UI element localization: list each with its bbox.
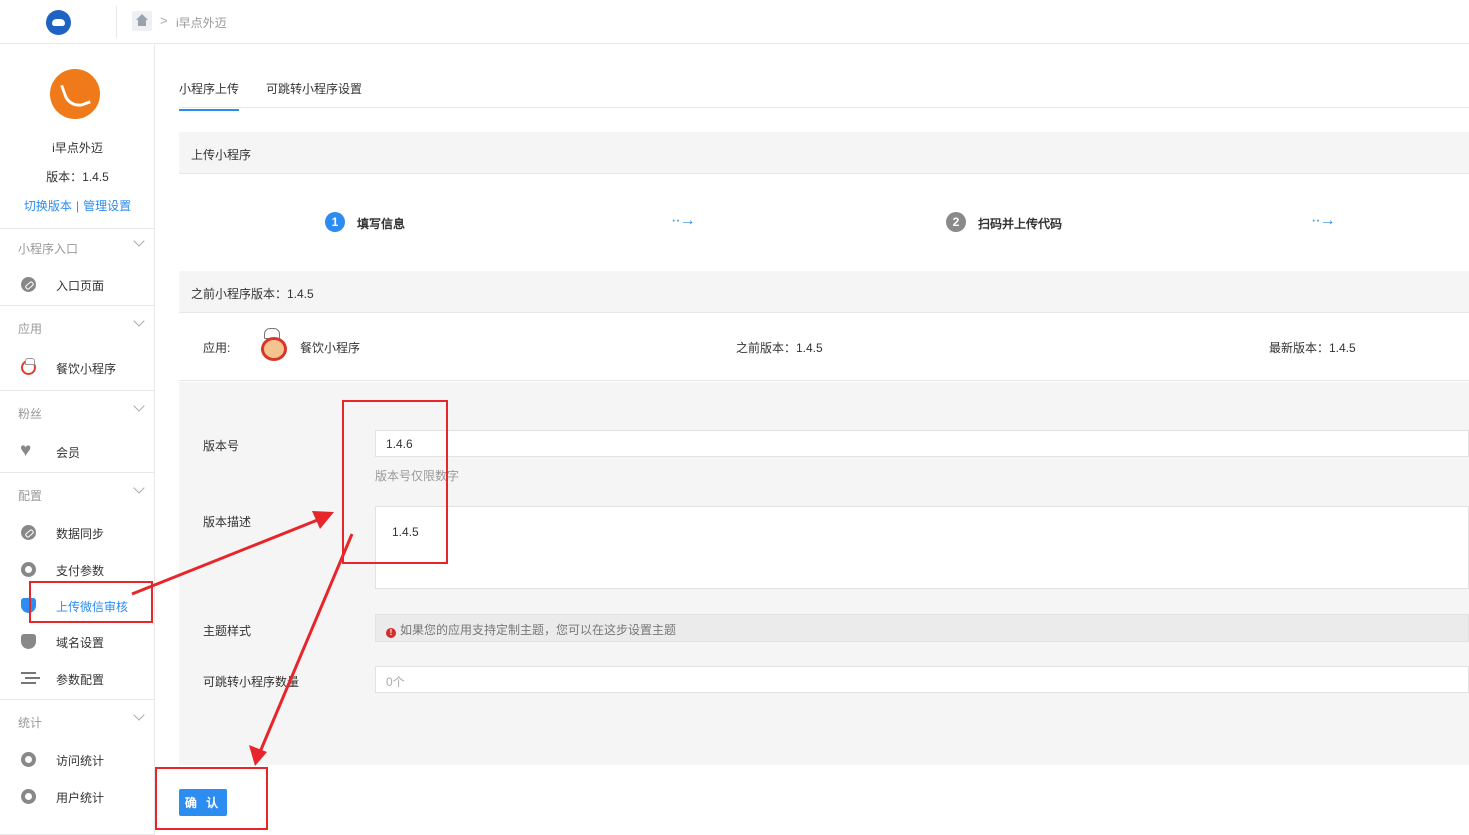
sidebar-item-payment-params[interactable]: 支付参数 (0, 554, 155, 584)
chevron-down-icon[interactable] (133, 400, 145, 412)
heart-icon (20, 440, 36, 462)
sidebar: i早点外迈 版本：1.4.5 切换版本 | 管理设置 小程序入口 入口页面 应用 餐… (0, 45, 155, 835)
app-name: i早点外迈 (52, 141, 103, 155)
sidebar-item-data-sync[interactable]: 数据同步 (0, 517, 155, 547)
app-links: 切换版本 | 管理设置 (0, 197, 155, 214)
step-label: 填写信息 (357, 217, 406, 231)
shield-icon (21, 634, 36, 649)
breadcrumb-current[interactable]: i早点外迈 (176, 14, 227, 31)
sidebar-item-label: 数据同步 (56, 527, 105, 541)
arrow-right-icon: ··→ (1311, 212, 1336, 229)
sidebar-item-label: 参数配置 (56, 673, 105, 687)
description-label: 版本描述 (203, 515, 252, 529)
sidebar-item-entry-page[interactable]: 入口页面 (0, 269, 155, 299)
chevron-down-icon[interactable] (133, 315, 145, 327)
app-logo-icon (50, 69, 100, 119)
sidebar-group-entry: 小程序入口 入口页面 (0, 228, 155, 305)
sidebar-item-catering-app[interactable]: 餐饮小程序 (0, 352, 155, 382)
breadcrumb-separator-icon: > (160, 13, 168, 28)
version-label: 版本号 (203, 439, 240, 453)
theme-alert-text: 如果您的应用支持定制主题，您可以在这步设置主题 (400, 623, 677, 637)
annotation-box-form (342, 400, 448, 564)
previous-version-header: 之前小程序版本：1.4.5 (179, 271, 1469, 313)
sidebar-group-title[interactable]: 粉丝 (18, 405, 42, 422)
error-icon: ! (386, 628, 396, 638)
sidebar-item-members[interactable]: 会员 (0, 436, 155, 466)
link-icon (21, 525, 36, 540)
description-textarea[interactable]: 1.4.5 (375, 506, 1469, 589)
sidebar-item-label: 支付参数 (56, 564, 105, 578)
step-label: 扫码并上传代码 (978, 217, 1063, 231)
annotation-box-sidebar (29, 581, 153, 623)
list-icon (21, 671, 36, 686)
step-number: 1 (325, 212, 345, 232)
previous-version-title: 之前小程序版本：1.4.5 (191, 287, 314, 301)
jump-count-label: 可跳转小程序数量 (203, 675, 300, 689)
sidebar-item-label: 访问统计 (56, 754, 105, 768)
link-divider: | (75, 199, 80, 213)
cloud-logo-icon[interactable] (46, 10, 71, 35)
tab-upload[interactable]: 小程序上传 (179, 80, 240, 111)
jump-count-input[interactable]: 0个 (375, 666, 1469, 693)
chef-icon (21, 358, 36, 375)
sidebar-group-apps: 应用 餐饮小程序 (0, 305, 155, 390)
sidebar-group-title[interactable]: 配置 (18, 487, 42, 504)
sidebar-item-label: 餐饮小程序 (56, 362, 117, 376)
previous-version: 之前版本：1.4.5 (736, 341, 823, 355)
home-icon[interactable] (132, 11, 152, 31)
chart-icon (21, 789, 36, 804)
chevron-down-icon[interactable] (133, 709, 145, 721)
theme-label: 主题样式 (203, 624, 252, 638)
sidebar-group-title[interactable]: 统计 (18, 714, 42, 731)
tab-bar: 小程序上传 可跳转小程序设置 (179, 73, 1469, 111)
chart-icon (21, 752, 36, 767)
annotation-box-confirm (155, 767, 268, 830)
app-name: 餐饮小程序 (300, 341, 361, 355)
latest-version: 最新版本：1.4.5 (1269, 341, 1356, 355)
divider (116, 6, 117, 38)
sidebar-item-label: 用户统计 (56, 791, 105, 805)
sidebar-item-visit-stats[interactable]: 访问统计 (0, 744, 155, 774)
chevron-down-icon[interactable] (133, 482, 145, 494)
tab-jump-settings[interactable]: 可跳转小程序设置 (266, 80, 362, 109)
top-bar: > i早点外迈 (0, 0, 1469, 44)
app-version: 版本：1.4.5 (46, 170, 109, 184)
chevron-down-icon[interactable] (133, 235, 145, 247)
sidebar-group-stats: 统计 访问统计 用户统计 (0, 699, 155, 835)
app-label: 应用: (203, 341, 231, 355)
sidebar-item-label: 入口页面 (56, 279, 105, 293)
sidebar-item-domain-settings[interactable]: 域名设置 (0, 626, 155, 656)
step-number: 2 (946, 212, 966, 232)
upload-panel-header: 上传小程序 (179, 132, 1469, 174)
version-input[interactable]: 1.4.6 (375, 430, 1469, 457)
sidebar-item-user-stats[interactable]: 用户统计 (0, 781, 155, 811)
theme-alert: ! 如果您的应用支持定制主题，您可以在这步设置主题 (375, 614, 1469, 642)
sidebar-item-label: 会员 (56, 446, 81, 460)
link-icon (21, 277, 36, 292)
manage-settings-link[interactable]: 管理设置 (83, 199, 131, 213)
upload-panel-title: 上传小程序 (191, 148, 252, 162)
steps: 1 填写信息 ··→ 2 扫码并上传代码 ··→ (179, 174, 1469, 270)
arrow-right-icon: ··→ (671, 212, 696, 229)
switch-version-link[interactable]: 切换版本 (24, 199, 72, 213)
chef-app-icon (255, 328, 287, 361)
sidebar-item-param-config[interactable]: 参数配置 (0, 663, 155, 693)
app-info-row: 应用: 餐饮小程序 之前版本：1.4.5 最新版本：1.4.5 (179, 313, 1469, 381)
sidebar-group-title[interactable]: 应用 (18, 320, 42, 337)
sidebar-item-label: 域名设置 (56, 636, 105, 650)
gear-icon (21, 562, 36, 577)
sidebar-group-title[interactable]: 小程序入口 (18, 240, 78, 257)
sidebar-group-fans: 粉丝 会员 (0, 390, 155, 472)
